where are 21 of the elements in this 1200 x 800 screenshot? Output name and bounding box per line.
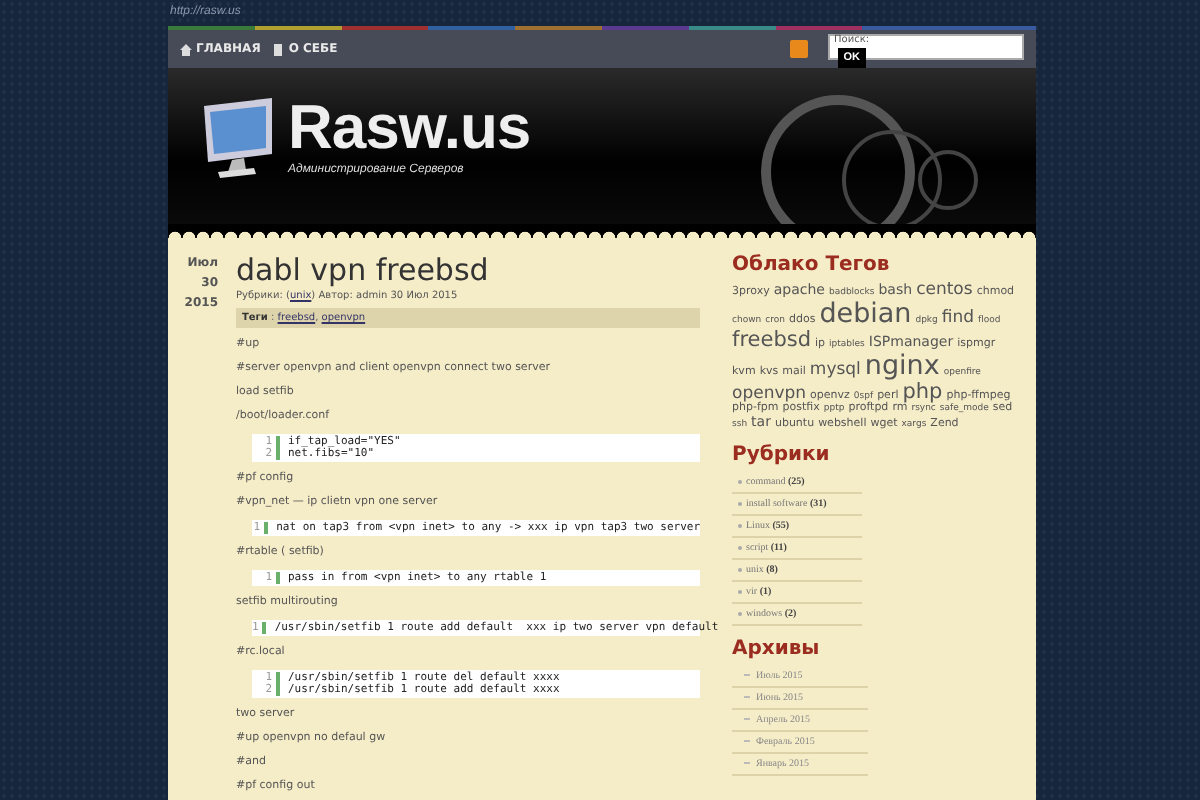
dash-icon [744, 674, 750, 677]
site-title[interactable]: Rasw.us [288, 98, 531, 158]
rss-icon[interactable] [790, 40, 808, 58]
tag-link[interactable]: nginx [864, 352, 940, 382]
home-icon [180, 43, 192, 55]
dash-icon [744, 762, 750, 765]
dash-icon [744, 696, 750, 699]
widget-title: Рубрики [732, 443, 832, 466]
tag-link[interactable]: openvpn [732, 385, 807, 404]
widget-title: Облако Тегов [732, 254, 892, 276]
post-title[interactable]: dabl vpn freebsd [236, 254, 700, 288]
tag-link[interactable]: centos [916, 282, 973, 301]
tag-link[interactable]: find [941, 310, 975, 329]
widget-title: Архивы [732, 637, 822, 660]
tag-link[interactable]: freebsd [732, 329, 812, 353]
tag-link[interactable]: mysql [809, 362, 861, 381]
dash-icon [744, 740, 750, 743]
tag-link[interactable]: debian [819, 300, 912, 330]
dash-icon [744, 718, 750, 721]
tag-link[interactable]: php [902, 381, 943, 404]
page-icon [272, 43, 285, 55]
